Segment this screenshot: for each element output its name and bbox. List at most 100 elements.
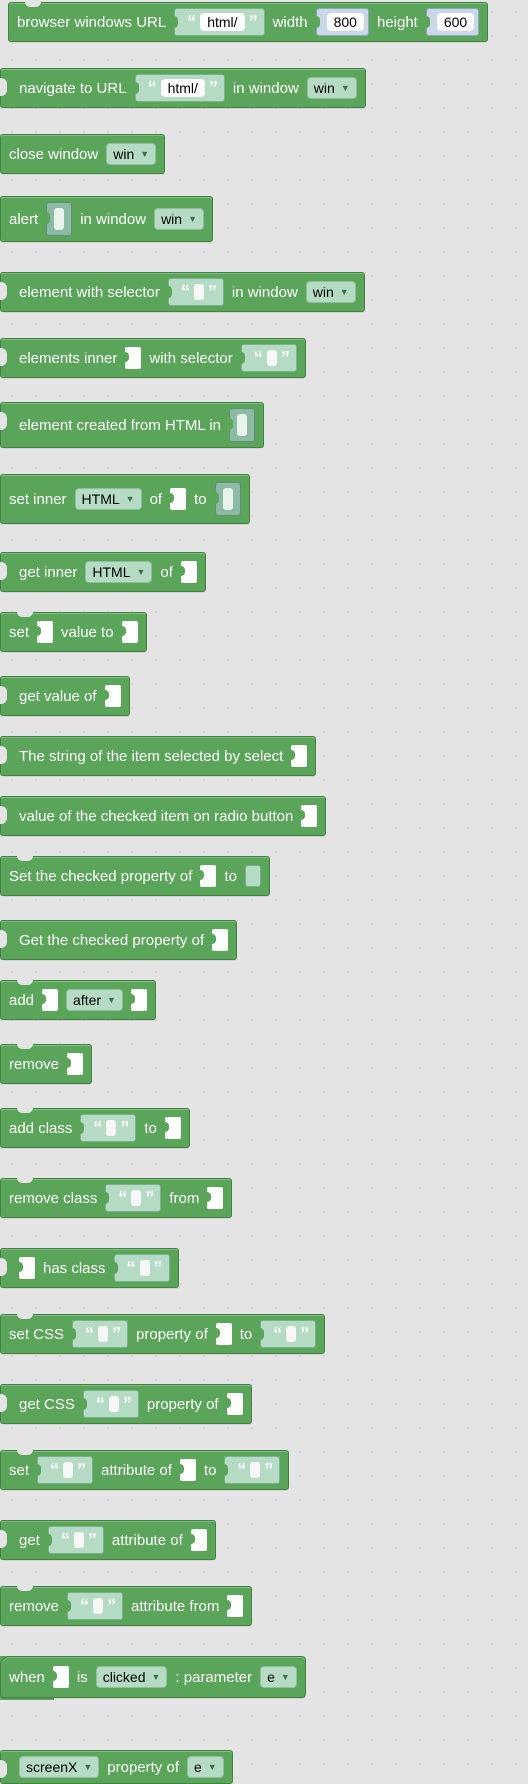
element-selector-block[interactable]: element with selector “ ” in window win ▼ xyxy=(0,272,365,312)
parameter-dropdown[interactable]: e ▼ xyxy=(260,1666,297,1688)
element-socket[interactable] xyxy=(162,1117,181,1139)
remove-element-block[interactable]: remove xyxy=(0,1044,93,1084)
element-socket[interactable] xyxy=(178,561,197,583)
width-number-input[interactable]: 800 xyxy=(315,8,369,36)
attribute-name-string-input[interactable]: “ ” xyxy=(47,1526,104,1554)
empty-text-field[interactable] xyxy=(108,1396,119,1412)
event-dropdown[interactable]: clicked ▼ xyxy=(95,1666,168,1688)
height-number-input[interactable]: 600 xyxy=(425,8,480,36)
element-socket[interactable] xyxy=(40,989,59,1011)
element-socket[interactable] xyxy=(198,865,217,887)
target-element-socket[interactable] xyxy=(128,989,147,1011)
css-value-string-input[interactable]: “ ” xyxy=(260,1320,317,1348)
radio-checked-value-block[interactable]: value of the checked item on radio butto… xyxy=(0,796,327,836)
class-string-input[interactable]: “ ” xyxy=(105,1184,162,1212)
empty-text-field[interactable] xyxy=(106,1120,117,1136)
alert-value-socket[interactable] xyxy=(45,202,73,236)
set-checked-block[interactable]: Set the checked property of to xyxy=(0,856,270,896)
alert-block[interactable]: alert in window win ▼ xyxy=(0,196,213,242)
set-inner-block[interactable]: set inner HTML ▼ of to xyxy=(0,474,250,524)
element-socket[interactable] xyxy=(65,1053,84,1075)
set-value-block[interactable]: set value to xyxy=(0,612,147,652)
position-dropdown[interactable]: after ▼ xyxy=(66,989,123,1011)
empty-text-field[interactable] xyxy=(286,1326,297,1342)
attribute-name-string-input[interactable]: “ ” xyxy=(37,1456,94,1484)
selector-string-input[interactable]: “ ” xyxy=(240,344,297,372)
has-class-block[interactable]: has class “ ” xyxy=(0,1248,179,1288)
set-css-block[interactable]: set CSS “ ” property of to “ ” xyxy=(0,1314,326,1354)
add-class-block[interactable]: add class “ ” to xyxy=(0,1108,190,1148)
width-value[interactable]: 800 xyxy=(326,13,364,31)
element-socket[interactable] xyxy=(35,621,54,643)
window-dropdown[interactable]: win ▼ xyxy=(305,281,356,303)
selector-string-input[interactable]: “ ” xyxy=(167,278,224,306)
quote-open-icon: “ xyxy=(60,1530,70,1550)
element-socket[interactable] xyxy=(102,685,121,707)
empty-text-field[interactable] xyxy=(73,1532,84,1548)
empty-text-field[interactable] xyxy=(250,1462,261,1478)
html-value-socket[interactable] xyxy=(228,408,256,442)
quote-open-icon: “ xyxy=(126,1258,136,1278)
add-element-block[interactable]: add after ▼ xyxy=(0,980,156,1020)
empty-text-field[interactable] xyxy=(93,1598,104,1614)
set-attribute-block[interactable]: set “ ” attribute of to “ ” xyxy=(0,1450,290,1490)
navigate-url-block[interactable]: navigate to URL “ html/ ” in window win ▼ xyxy=(0,68,366,108)
url-string-input[interactable]: “ html/ ” xyxy=(134,74,225,102)
elements-inner-block[interactable]: elements inner with selector “ ” xyxy=(0,338,306,378)
url-text-field[interactable]: html/ xyxy=(160,79,205,97)
element-socket[interactable] xyxy=(17,1257,35,1279)
get-css-block[interactable]: get CSS “ ” property of xyxy=(0,1384,252,1424)
window-dropdown[interactable]: win ▼ xyxy=(154,208,204,230)
quote-open-icon: “ xyxy=(50,1460,60,1480)
remove-attribute-block[interactable]: remove “ ” attribute from xyxy=(0,1586,253,1626)
height-value[interactable]: 600 xyxy=(436,13,475,31)
element-socket[interactable] xyxy=(210,929,229,951)
attribute-name-string-input[interactable]: “ ” xyxy=(67,1592,124,1620)
css-property-string-input[interactable]: “ ” xyxy=(82,1390,139,1418)
event-property-block[interactable]: screenX ▼ property of e ▼ xyxy=(0,1750,233,1784)
get-checked-block[interactable]: Get the checked property of xyxy=(0,920,238,960)
css-property-string-input[interactable]: “ ” xyxy=(72,1320,129,1348)
selected-string-block[interactable]: The string of the item selected by selec… xyxy=(0,736,317,776)
inner-property-dropdown[interactable]: HTML ▼ xyxy=(85,561,153,583)
radio-element-socket[interactable] xyxy=(299,805,318,827)
when-event-block[interactable]: when is clicked ▼ : parameter e ▼ xyxy=(0,1656,306,1698)
get-inner-block[interactable]: get inner HTML ▼ of xyxy=(0,552,206,592)
event-property-dropdown[interactable]: screenX ▼ xyxy=(19,1756,100,1778)
empty-text-field[interactable] xyxy=(139,1260,150,1276)
element-from-html-block[interactable]: element created from HTML in xyxy=(0,402,265,448)
remove-class-block[interactable]: remove class “ ” from xyxy=(0,1178,233,1218)
element-socket[interactable] xyxy=(224,1393,243,1415)
empty-text-field[interactable] xyxy=(131,1190,142,1206)
element-socket[interactable] xyxy=(168,488,187,510)
close-window-block[interactable]: close window win ▼ xyxy=(0,134,166,174)
event-param-dropdown[interactable]: e ▼ xyxy=(187,1756,224,1778)
browser-window-block[interactable]: browser windows URL “ html/ ” width 800 … xyxy=(8,2,489,42)
element-socket[interactable] xyxy=(205,1187,224,1209)
element-socket[interactable] xyxy=(50,1666,69,1688)
element-socket[interactable] xyxy=(188,1529,207,1551)
get-attribute-block[interactable]: get “ ” attribute of xyxy=(0,1520,216,1560)
window-dropdown[interactable]: win ▼ xyxy=(106,143,157,165)
class-string-input[interactable]: “ ” xyxy=(113,1254,170,1282)
empty-text-field[interactable] xyxy=(193,284,204,300)
empty-text-field[interactable] xyxy=(63,1462,74,1478)
empty-text-field[interactable] xyxy=(98,1326,109,1342)
get-value-block[interactable]: get value of xyxy=(0,676,130,716)
inner-property-dropdown[interactable]: HTML ▼ xyxy=(74,488,142,510)
blockly-workspace[interactable]: browser windows URL “ html/ ” width 800 … xyxy=(0,0,528,1784)
element-socket[interactable] xyxy=(123,347,142,369)
class-string-input[interactable]: “ ” xyxy=(80,1114,137,1142)
element-socket[interactable] xyxy=(177,1459,196,1481)
url-string-input[interactable]: “ html/ ” xyxy=(174,8,265,36)
window-dropdown[interactable]: win ▼ xyxy=(306,77,357,99)
attribute-value-string-input[interactable]: “ ” xyxy=(224,1456,281,1484)
value-socket[interactable] xyxy=(213,482,241,516)
value-socket[interactable] xyxy=(119,621,138,643)
url-text-field[interactable]: html/ xyxy=(200,13,245,31)
element-socket[interactable] xyxy=(213,1323,232,1345)
element-socket[interactable] xyxy=(225,1595,244,1617)
empty-text-field[interactable] xyxy=(266,350,277,366)
select-element-socket[interactable] xyxy=(289,745,308,767)
boolean-socket[interactable] xyxy=(244,865,261,887)
